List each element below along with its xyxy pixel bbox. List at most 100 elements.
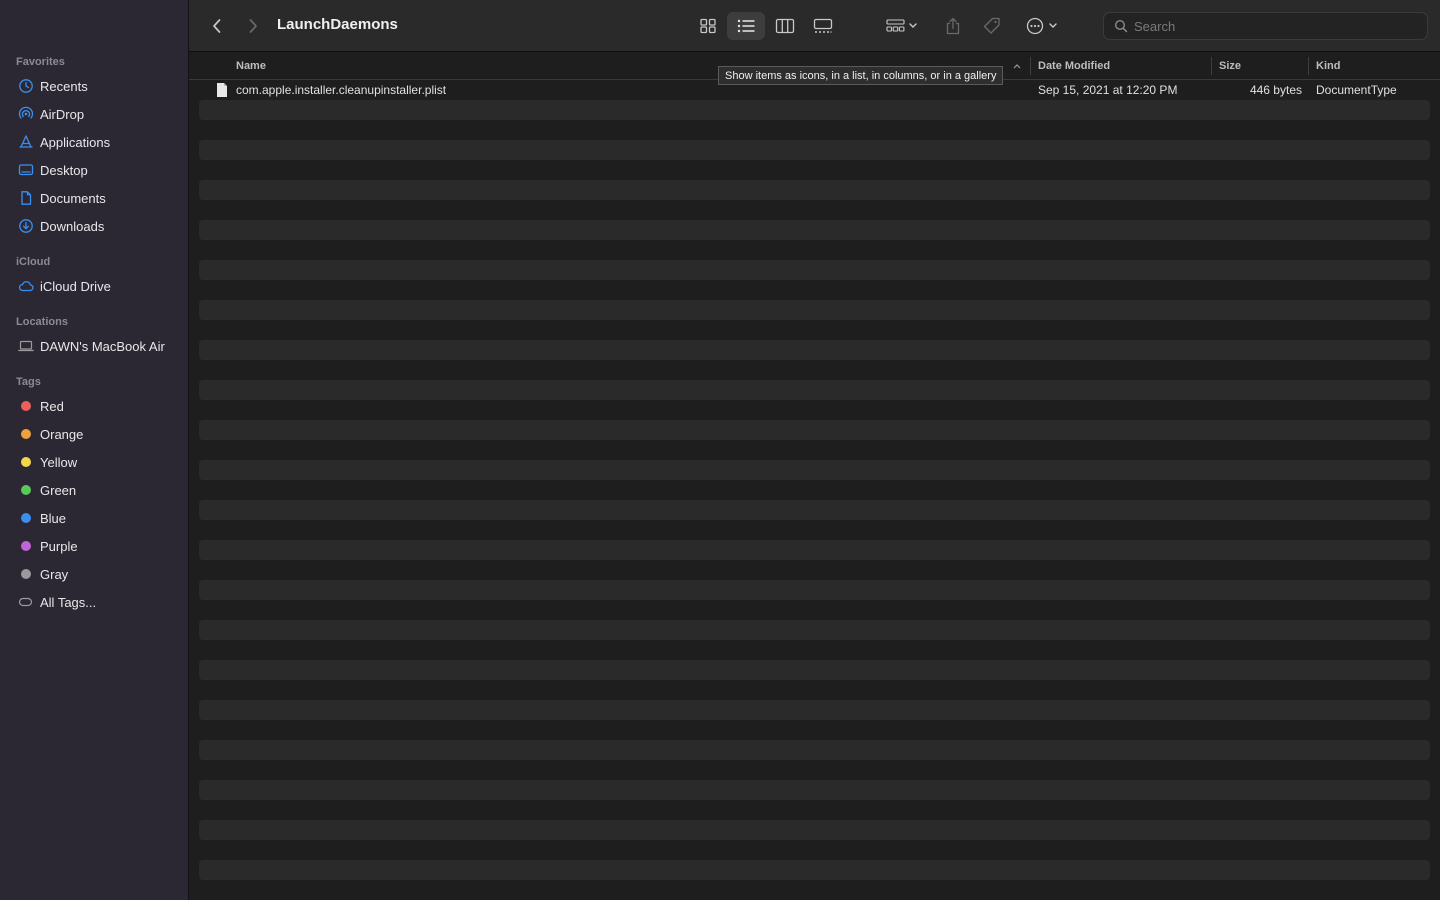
sidebar-item-label: Blue — [40, 510, 67, 526]
sidebar-item-label: Purple — [40, 538, 78, 554]
empty-row — [199, 180, 1430, 200]
empty-row — [199, 820, 1430, 840]
tag-dot-icon — [21, 457, 31, 467]
empty-row — [199, 360, 1430, 380]
sidebar-item-applications[interactable]: Applications — [0, 128, 188, 156]
column-name[interactable]: Name — [236, 60, 266, 72]
sidebar-item-tag-yellow[interactable]: Yellow — [0, 448, 188, 476]
forward-button[interactable] — [241, 12, 265, 40]
sidebar-item-all-tags[interactable]: All Tags... — [0, 588, 188, 616]
document-file-icon — [217, 83, 227, 97]
tag-button[interactable] — [979, 12, 1005, 40]
group-by-button[interactable] — [883, 12, 923, 40]
empty-row — [199, 540, 1430, 560]
sidebar-item-tag-gray[interactable]: Gray — [0, 560, 188, 588]
sidebar: Favorites Recents AirDrop Applications D… — [0, 0, 189, 900]
airdrop-icon — [18, 106, 34, 122]
empty-row — [199, 300, 1430, 320]
sidebar-item-label: Downloads — [40, 218, 105, 234]
sidebar-item-label: Documents — [40, 190, 106, 206]
column-size[interactable]: Size — [1219, 60, 1241, 72]
sidebar-item-macbook[interactable]: DAWN's MacBook Air — [0, 332, 188, 360]
sidebar-item-recents[interactable]: Recents — [0, 72, 188, 100]
download-icon — [18, 218, 34, 234]
gallery-view-button[interactable] — [806, 12, 840, 40]
search-input[interactable] — [1134, 18, 1414, 34]
empty-row — [199, 260, 1430, 280]
empty-row — [199, 720, 1430, 740]
empty-row — [199, 620, 1430, 640]
sidebar-item-label: Desktop — [40, 162, 88, 178]
desktop-icon — [18, 162, 34, 178]
empty-row — [199, 240, 1430, 260]
view-mode-tooltip: Show items as icons, in a list, in colum… — [718, 66, 1004, 85]
tag-dot-icon — [21, 541, 31, 551]
sidebar-item-label: Orange — [40, 426, 84, 442]
empty-row — [199, 480, 1430, 500]
list-icon — [737, 19, 755, 33]
empty-row — [199, 800, 1430, 820]
tag-dot-icon — [21, 429, 31, 439]
file-date: Sep 15, 2021 at 12:20 PM — [1038, 83, 1178, 97]
sidebar-item-desktop[interactable]: Desktop — [0, 156, 188, 184]
sidebar-item-label: DAWN's MacBook Air — [40, 338, 165, 354]
back-button[interactable] — [205, 12, 229, 40]
icon-view-button[interactable] — [691, 12, 725, 40]
action-menu-button[interactable] — [1023, 12, 1063, 40]
columns-icon — [775, 18, 795, 34]
list-view-button[interactable] — [727, 12, 765, 40]
empty-row — [199, 280, 1430, 300]
file-list: com.apple.installer.cleanupinstaller.pli… — [189, 80, 1440, 900]
tag-dot-icon — [21, 569, 31, 579]
empty-row — [199, 780, 1430, 800]
empty-row — [199, 860, 1430, 880]
sidebar-item-tag-red[interactable]: Red — [0, 392, 188, 420]
empty-row — [199, 880, 1430, 900]
toolbar: LaunchDaemons — [189, 0, 1440, 52]
column-date-modified[interactable]: Date Modified — [1038, 60, 1110, 72]
column-kind[interactable]: Kind — [1316, 60, 1340, 72]
empty-row — [199, 680, 1430, 700]
search-icon — [1114, 19, 1128, 33]
cloud-icon — [18, 278, 34, 294]
sidebar-item-tag-orange[interactable]: Orange — [0, 420, 188, 448]
empty-row — [199, 340, 1430, 360]
empty-row — [199, 440, 1430, 460]
empty-row — [199, 200, 1430, 220]
empty-row — [199, 840, 1430, 860]
empty-row — [199, 660, 1430, 680]
clock-icon — [18, 78, 34, 94]
empty-row — [199, 100, 1430, 120]
chevron-left-icon — [213, 19, 221, 33]
all-tags-icon — [18, 594, 34, 610]
sidebar-header-icloud: iCloud — [16, 256, 51, 268]
sidebar-item-label: All Tags... — [40, 594, 97, 610]
sidebar-item-label: Green — [40, 482, 77, 498]
sidebar-item-label: Applications — [40, 134, 111, 150]
chevron-right-icon — [249, 19, 257, 33]
sidebar-header-locations: Locations — [16, 316, 68, 328]
sidebar-item-icloud-drive[interactable]: iCloud Drive — [0, 272, 188, 300]
empty-row — [199, 520, 1430, 540]
empty-row — [199, 320, 1430, 340]
sidebar-item-tag-green[interactable]: Green — [0, 476, 188, 504]
sidebar-item-tag-blue[interactable]: Blue — [0, 504, 188, 532]
empty-row — [199, 380, 1430, 400]
sidebar-item-label: Yellow — [40, 454, 78, 470]
empty-row — [199, 420, 1430, 440]
share-icon — [946, 17, 960, 35]
sidebar-item-documents[interactable]: Documents — [0, 184, 188, 212]
sidebar-item-downloads[interactable]: Downloads — [0, 212, 188, 240]
empty-row — [199, 500, 1430, 520]
sidebar-item-tag-purple[interactable]: Purple — [0, 532, 188, 560]
empty-row — [199, 560, 1430, 580]
column-view-button[interactable] — [768, 12, 802, 40]
empty-row — [199, 700, 1430, 720]
empty-row — [199, 400, 1430, 420]
empty-row — [199, 760, 1430, 780]
sidebar-item-airdrop[interactable]: AirDrop — [0, 100, 188, 128]
tag-dot-icon — [21, 485, 31, 495]
search-field[interactable] — [1103, 12, 1428, 40]
share-button[interactable] — [941, 12, 965, 40]
empty-row — [199, 220, 1430, 240]
